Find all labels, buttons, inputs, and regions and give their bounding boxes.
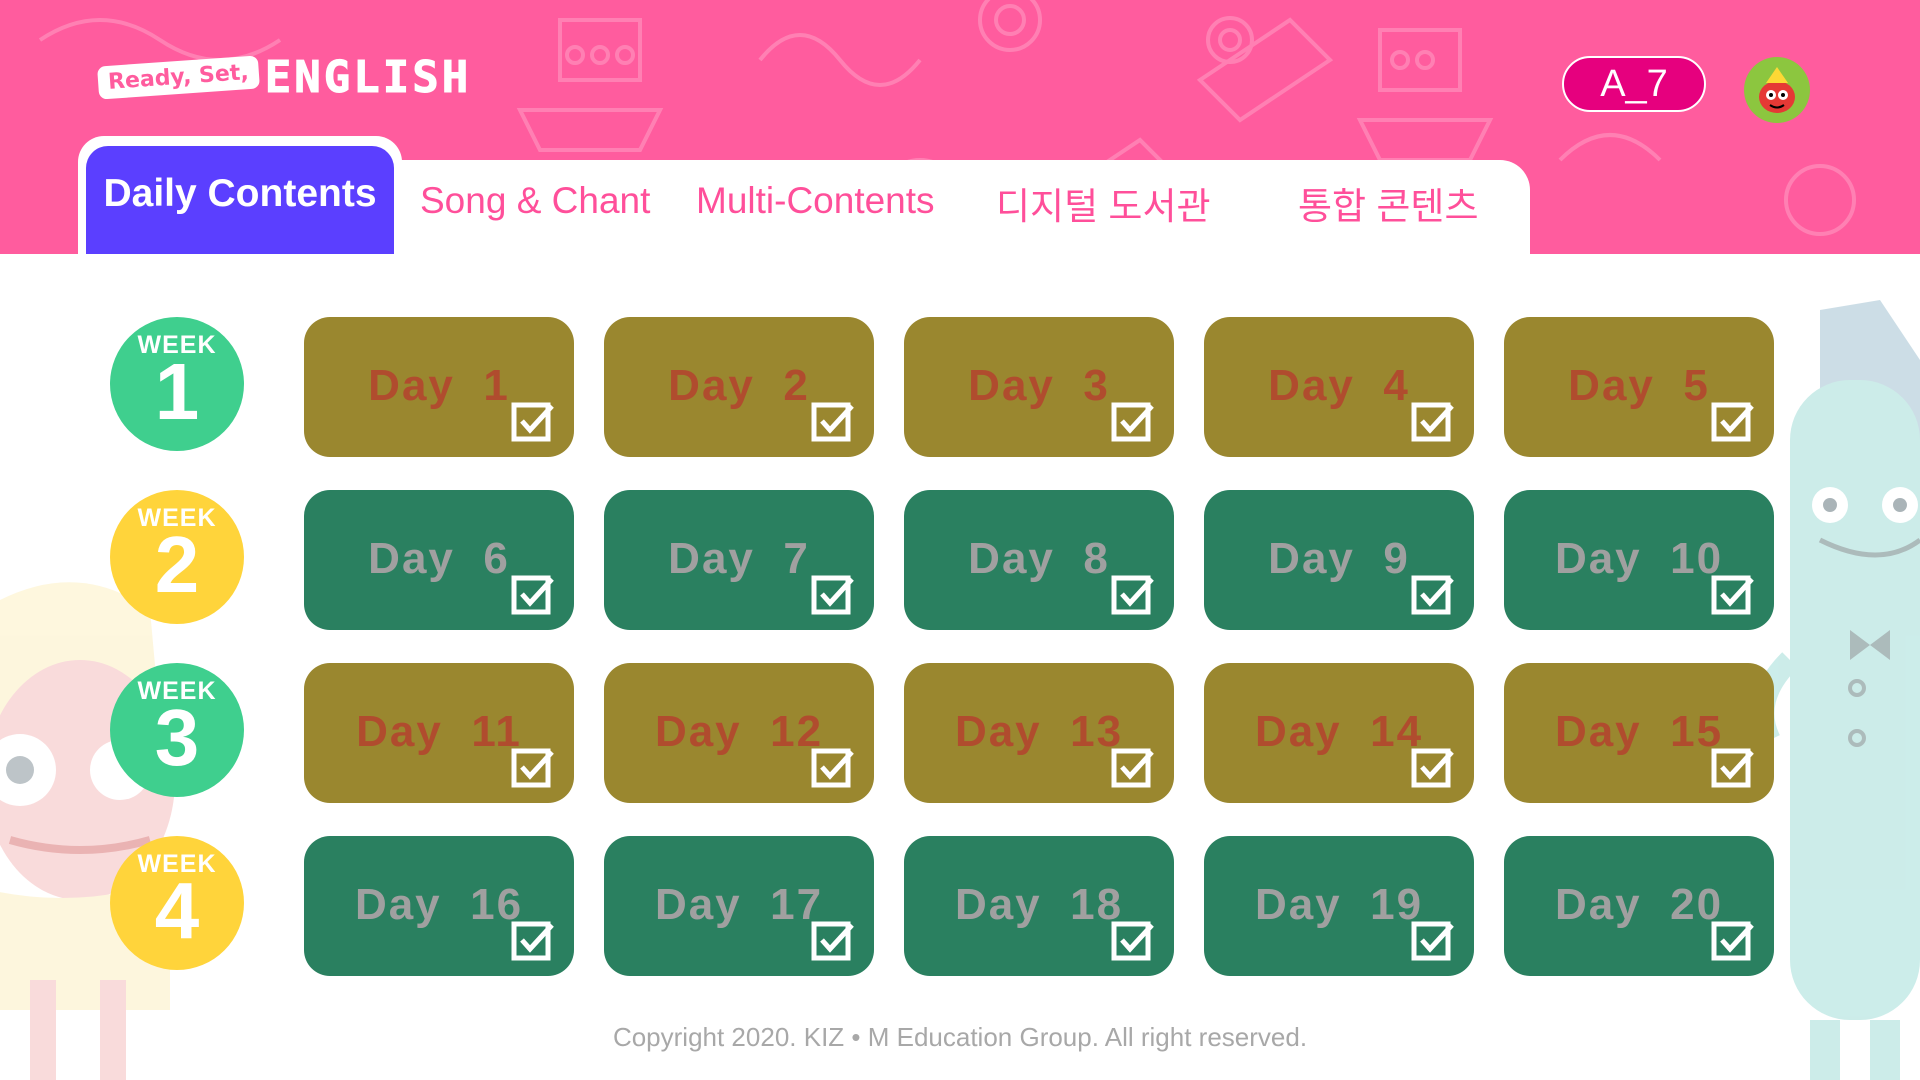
- day-17-button[interactable]: Day 17: [604, 836, 874, 976]
- checkbox-checked-icon: [1411, 748, 1454, 788]
- week-number: 4: [154, 866, 200, 955]
- checkbox-checked-icon: [1411, 921, 1454, 961]
- week-2-badge: WEEK 2: [110, 490, 244, 624]
- week-number: 3: [154, 693, 200, 782]
- checkbox-checked-icon: [1711, 402, 1754, 442]
- checkbox-checked-icon: [811, 575, 854, 615]
- day-13-button[interactable]: Day 13: [904, 663, 1174, 803]
- week-4-badge: WEEK 4: [110, 836, 244, 970]
- day-6-button[interactable]: Day 6: [304, 490, 574, 630]
- left-character-illustration: [0, 582, 175, 1080]
- day-12-button[interactable]: Day 12: [604, 663, 874, 803]
- checkbox-checked-icon: [1111, 921, 1154, 961]
- checkbox-checked-icon: [811, 921, 854, 961]
- checkbox-checked-icon: [511, 748, 554, 788]
- checkbox-checked-icon: [511, 921, 554, 961]
- checkbox-checked-icon: [1111, 402, 1154, 442]
- checkbox-checked-icon: [811, 748, 854, 788]
- tab-integrated-contents[interactable]: 통합 콘텐츠: [1298, 176, 1478, 230]
- day-11-button[interactable]: Day 11: [304, 663, 574, 803]
- day-15-button[interactable]: Day 15: [1504, 663, 1774, 803]
- checkbox-checked-icon: [511, 575, 554, 615]
- day-5-button[interactable]: Day 5: [1504, 317, 1774, 457]
- logo-english-text: ENGLISH: [264, 52, 472, 104]
- day-3-button[interactable]: Day 3: [904, 317, 1174, 457]
- day-18-button[interactable]: Day 18: [904, 836, 1174, 976]
- week-3-badge: WEEK 3: [110, 663, 244, 797]
- tab-multi-contents[interactable]: Multi-Contents: [696, 180, 935, 222]
- day-8-button[interactable]: Day 8: [904, 490, 1174, 630]
- day-7-button[interactable]: Day 7: [604, 490, 874, 630]
- tab-song-chant[interactable]: Song & Chant: [420, 180, 650, 222]
- day-9-button[interactable]: Day 9: [1204, 490, 1474, 630]
- user-avatar[interactable]: [1744, 57, 1810, 123]
- monster-avatar-icon: [1759, 67, 1795, 113]
- tab-daily-contents-label: Daily Contents: [86, 146, 394, 254]
- day-2-button[interactable]: Day 2: [604, 317, 874, 457]
- app-logo[interactable]: Ready, Set, ENGLISH: [97, 52, 472, 104]
- checkbox-checked-icon: [1111, 748, 1154, 788]
- tab-digital-library[interactable]: 디지털 도서관: [996, 176, 1211, 230]
- week-1-badge: WEEK 1: [110, 317, 244, 451]
- day-10-button[interactable]: Day 10: [1504, 490, 1774, 630]
- day-20-button[interactable]: Day 20: [1504, 836, 1774, 976]
- class-code-badge[interactable]: A_7: [1562, 56, 1706, 112]
- checkbox-checked-icon: [1411, 575, 1454, 615]
- checkbox-checked-icon: [1711, 575, 1754, 615]
- copyright-text: Copyright 2020. KIZ • M Education Group.…: [612, 1022, 1308, 1052]
- tab-daily-contents[interactable]: Daily Contents: [78, 136, 402, 254]
- day-19-button[interactable]: Day 19: [1204, 836, 1474, 976]
- day-1-button[interactable]: Day 1: [304, 317, 574, 457]
- checkbox-checked-icon: [811, 402, 854, 442]
- logo-ready-text: Ready, Set,: [97, 55, 260, 100]
- day-14-button[interactable]: Day 14: [1204, 663, 1474, 803]
- week-number: 1: [154, 347, 200, 436]
- checkbox-checked-icon: [511, 402, 554, 442]
- checkbox-checked-icon: [1711, 748, 1754, 788]
- day-16-button[interactable]: Day 16: [304, 836, 574, 976]
- checkbox-checked-icon: [1411, 402, 1454, 442]
- checkbox-checked-icon: [1111, 575, 1154, 615]
- day-4-button[interactable]: Day 4: [1204, 317, 1474, 457]
- week-number: 2: [154, 520, 200, 609]
- checkbox-checked-icon: [1711, 921, 1754, 961]
